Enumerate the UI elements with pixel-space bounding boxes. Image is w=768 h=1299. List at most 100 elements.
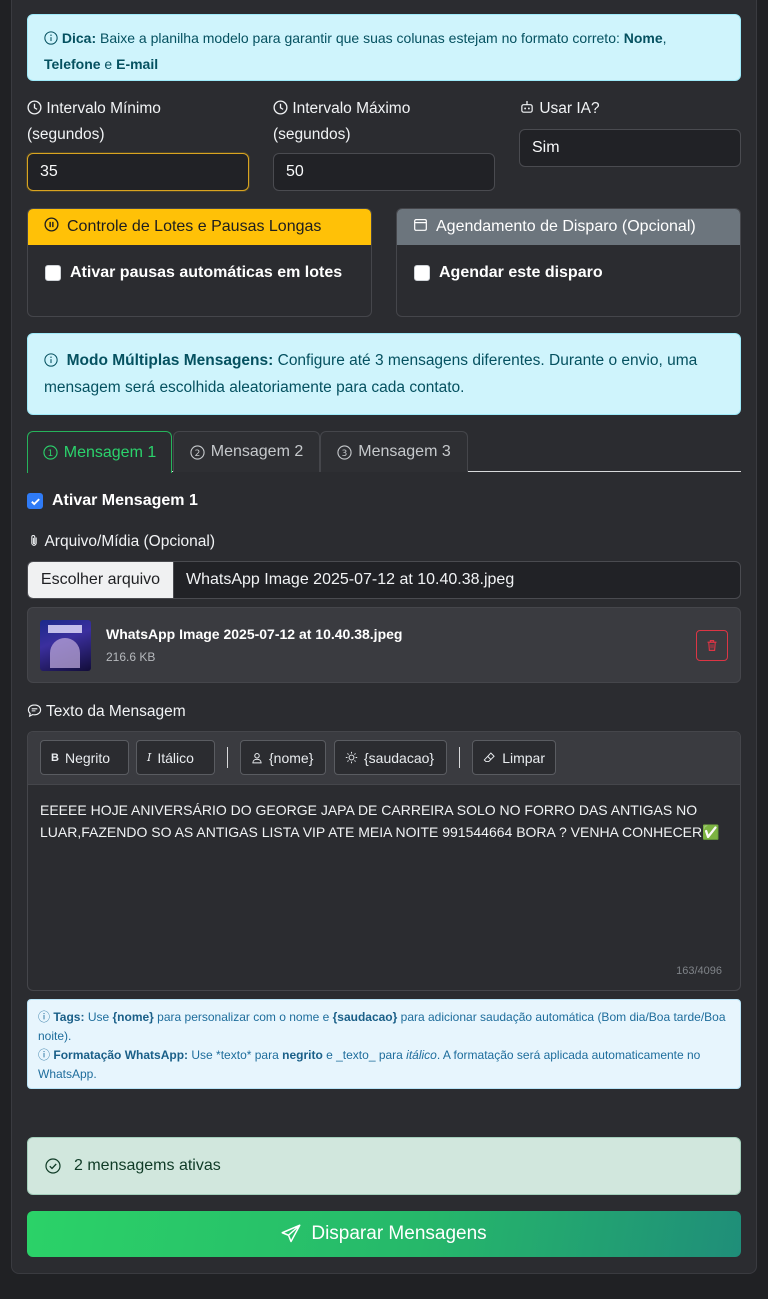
schedule-card-title: Agendamento de Disparo (Opcional) [436, 218, 696, 235]
circle-3-icon: 3 [337, 444, 352, 460]
file-preview: WhatsApp Image 2025-07-12 at 10.40.38.jp… [27, 607, 741, 683]
tip-col-name: Nome [623, 30, 663, 46]
interval-min-value: 35 [40, 163, 58, 180]
interval-min-label: Intervalo Mínimo (segundos) [27, 97, 161, 147]
choose-file-label: Escolher arquivo [40, 571, 161, 588]
svg-text:1: 1 [47, 449, 53, 459]
italic-label: Itálico [157, 749, 194, 766]
send-messages-button[interactable]: Disparar Mensagens [27, 1211, 741, 1257]
tab-mensagem-2[interactable]: 2 Mensagem 2 [173, 431, 320, 472]
interval-min-label-text: Intervalo Mínimo [46, 100, 161, 117]
insert-greeting-label: {saudacao} [364, 749, 435, 766]
batch-pause-checkbox-row[interactable]: Ativar pausas automáticas em lotes [45, 264, 342, 282]
insert-name-label: {nome} [269, 749, 314, 766]
activate-message-label: Ativar Mensagem 1 [52, 492, 198, 509]
paperclip-icon [27, 532, 41, 556]
batch-pause-checkbox[interactable] [45, 265, 61, 281]
tab-3-label: Mensagem 3 [358, 443, 451, 460]
batch-card-header: Controle de Lotes e Pausas Longas [28, 209, 371, 245]
active-messages-text: 2 mensagems ativas [74, 1157, 221, 1174]
file-input[interactable]: Escolher arquivo WhatsApp Image 2025-07-… [27, 561, 741, 599]
interval-max-label-unit: (segundos) [273, 126, 351, 143]
tab-2-label: Mensagem 2 [210, 443, 304, 460]
send-messages-label: Disparar Mensagens [311, 1223, 487, 1244]
activate-message-checkbox[interactable] [27, 493, 43, 509]
clear-button[interactable]: Limpar [472, 740, 556, 775]
bold-button[interactable]: B Negrito [40, 740, 129, 775]
toolbar-divider [459, 747, 460, 768]
interval-max-input[interactable]: 50 [273, 153, 495, 191]
check-icon [30, 497, 40, 505]
person-icon [252, 752, 262, 763]
schedule-label: Agendar este disparo [439, 264, 603, 281]
choose-file-button[interactable]: Escolher arquivo [28, 562, 174, 598]
pause-icon [44, 217, 59, 237]
schedule-checkbox[interactable] [414, 265, 430, 281]
tags-help: ⓘ Tags: Use {nome} para personalizar com… [27, 999, 741, 1089]
tags-help-line-1: ⓘ Tags: Use {nome} para personalizar com… [38, 1010, 726, 1043]
check-circle-icon [45, 1158, 61, 1174]
svg-text:3: 3 [342, 448, 348, 458]
use-ai-select[interactable]: Sim [519, 129, 741, 167]
active-messages-alert: 2 mensagems ativas [27, 1137, 741, 1195]
tab-mensagem-3[interactable]: 3 Mensagem 3 [320, 431, 468, 472]
italic-button[interactable]: I Itálico [136, 740, 215, 775]
use-ai-value: Sim [532, 139, 560, 156]
remove-file-button[interactable] [696, 630, 728, 661]
multi-message-info: Modo Múltiplas Mensagens: Configure até … [27, 333, 741, 415]
schedule-card-header: Agendamento de Disparo (Opcional) [397, 209, 740, 245]
bold-label: Negrito [64, 749, 111, 766]
insert-greeting-button[interactable]: {saudacao} [334, 740, 447, 775]
interval-min-label-unit: (segundos) [27, 126, 105, 143]
sun-icon [345, 751, 358, 764]
interval-max-label-text: Intervalo Máximo [292, 100, 411, 117]
clock-icon [27, 99, 42, 123]
tags-help-line-2: ⓘ Formatação WhatsApp: Use *texto* para … [38, 1048, 701, 1081]
tip-col-phone: Telefone [44, 56, 101, 72]
use-ai-label-text: Usar IA? [539, 100, 600, 117]
tip-sep: , [662, 30, 667, 46]
chosen-file-name: WhatsApp Image 2025-07-12 at 10.40.38.jp… [174, 562, 740, 598]
italic-icon: I [147, 751, 152, 764]
info-icon [44, 350, 58, 375]
calendar-icon [413, 217, 428, 237]
info-icon [44, 28, 58, 52]
trash-icon [707, 640, 717, 651]
interval-min-input[interactable]: 35 [27, 153, 249, 191]
char-counter: 163/4096 [676, 965, 722, 977]
toolbar-divider [227, 747, 228, 768]
interval-max-label: Intervalo Máximo (segundos) [273, 97, 410, 147]
batch-card-title: Controle de Lotes e Pausas Longas [67, 218, 322, 235]
file-label-text: Arquivo/Mídia (Opcional) [44, 533, 216, 550]
interval-max-value: 50 [286, 163, 304, 180]
robot-icon [519, 99, 535, 123]
insert-name-button[interactable]: {nome} [240, 740, 326, 775]
eraser-icon [483, 752, 495, 763]
clear-label: Limpar [502, 749, 545, 766]
tip-text: Baixe a planilha modelo para garantir qu… [96, 30, 624, 46]
preview-file-name: WhatsApp Image 2025-07-12 at 10.40.38.jp… [106, 626, 403, 642]
message-label: Texto da Mensagem [27, 700, 186, 726]
info-icon: ⓘ [38, 1048, 51, 1062]
circle-1-icon: 1 [43, 445, 58, 460]
info-icon: ⓘ [38, 1010, 51, 1024]
tip-and: e [100, 56, 117, 72]
multi-info-title: Modo Múltiplas Mensagens: [66, 352, 274, 369]
tab-1-label: Mensagem 1 [63, 443, 157, 461]
preview-file-size: 216.6 KB [106, 650, 156, 664]
tip-alert: Dica: Baixe a planilha modelo para garan… [27, 14, 741, 81]
chat-icon [27, 702, 42, 726]
message-textarea[interactable]: EEEEE HOJE ANIVERSÁRIO DO GEORGE JAPA DE… [40, 799, 720, 843]
batch-pause-label: Ativar pausas automáticas em lotes [70, 264, 343, 281]
clock-icon [273, 99, 288, 123]
use-ai-label: Usar IA? [519, 97, 600, 123]
schedule-card: Agendamento de Disparo (Opcional) Agenda… [396, 208, 741, 317]
tip-col-email: E-mail [116, 56, 159, 72]
schedule-checkbox-row[interactable]: Agendar este disparo [414, 264, 603, 282]
tab-mensagem-1[interactable]: 1 Mensagem 1 [27, 431, 172, 473]
message-label-text: Texto da Mensagem [46, 703, 186, 720]
svg-text:2: 2 [194, 448, 200, 458]
send-icon [281, 1224, 301, 1243]
activate-message-row[interactable]: Ativar Mensagem 1 [27, 492, 198, 510]
file-label: Arquivo/Mídia (Opcional) [27, 530, 215, 556]
